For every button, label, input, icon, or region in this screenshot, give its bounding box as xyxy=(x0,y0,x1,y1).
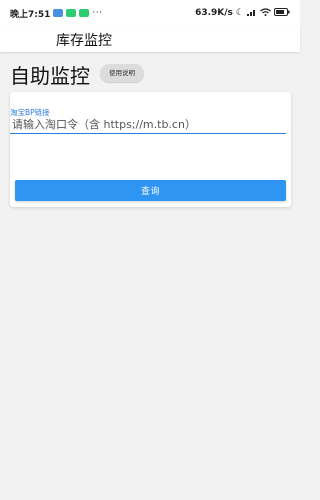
form-card: 淘宝BP链接 查询 xyxy=(10,92,291,207)
moon-icon: ☾ xyxy=(235,8,244,18)
status-right: 63.9K/s ☾ xyxy=(195,7,290,19)
app-notification-icon xyxy=(66,9,77,17)
signal-icon xyxy=(247,8,257,19)
notification-icon xyxy=(53,9,64,17)
page-title: 自助监控 xyxy=(10,64,90,88)
link-input[interactable] xyxy=(10,116,286,134)
chat-notification-icon xyxy=(79,9,90,17)
status-left: 晚上7:51 ··· xyxy=(10,7,102,20)
battery-icon xyxy=(274,7,290,19)
app-bar: 库存监控 xyxy=(0,26,300,52)
more-dots: ··· xyxy=(92,8,103,18)
status-time: 晚上7:51 xyxy=(10,9,51,20)
query-button[interactable]: 查询 xyxy=(15,180,286,201)
wifi-icon xyxy=(260,7,271,19)
app-title: 库存监控 xyxy=(56,33,112,49)
status-bar: 晚上7:51 ··· 63.9K/s ☾ xyxy=(0,0,300,26)
help-button[interactable]: 使用说明 xyxy=(100,64,144,82)
network-speed: 63.9K/s xyxy=(195,8,233,18)
